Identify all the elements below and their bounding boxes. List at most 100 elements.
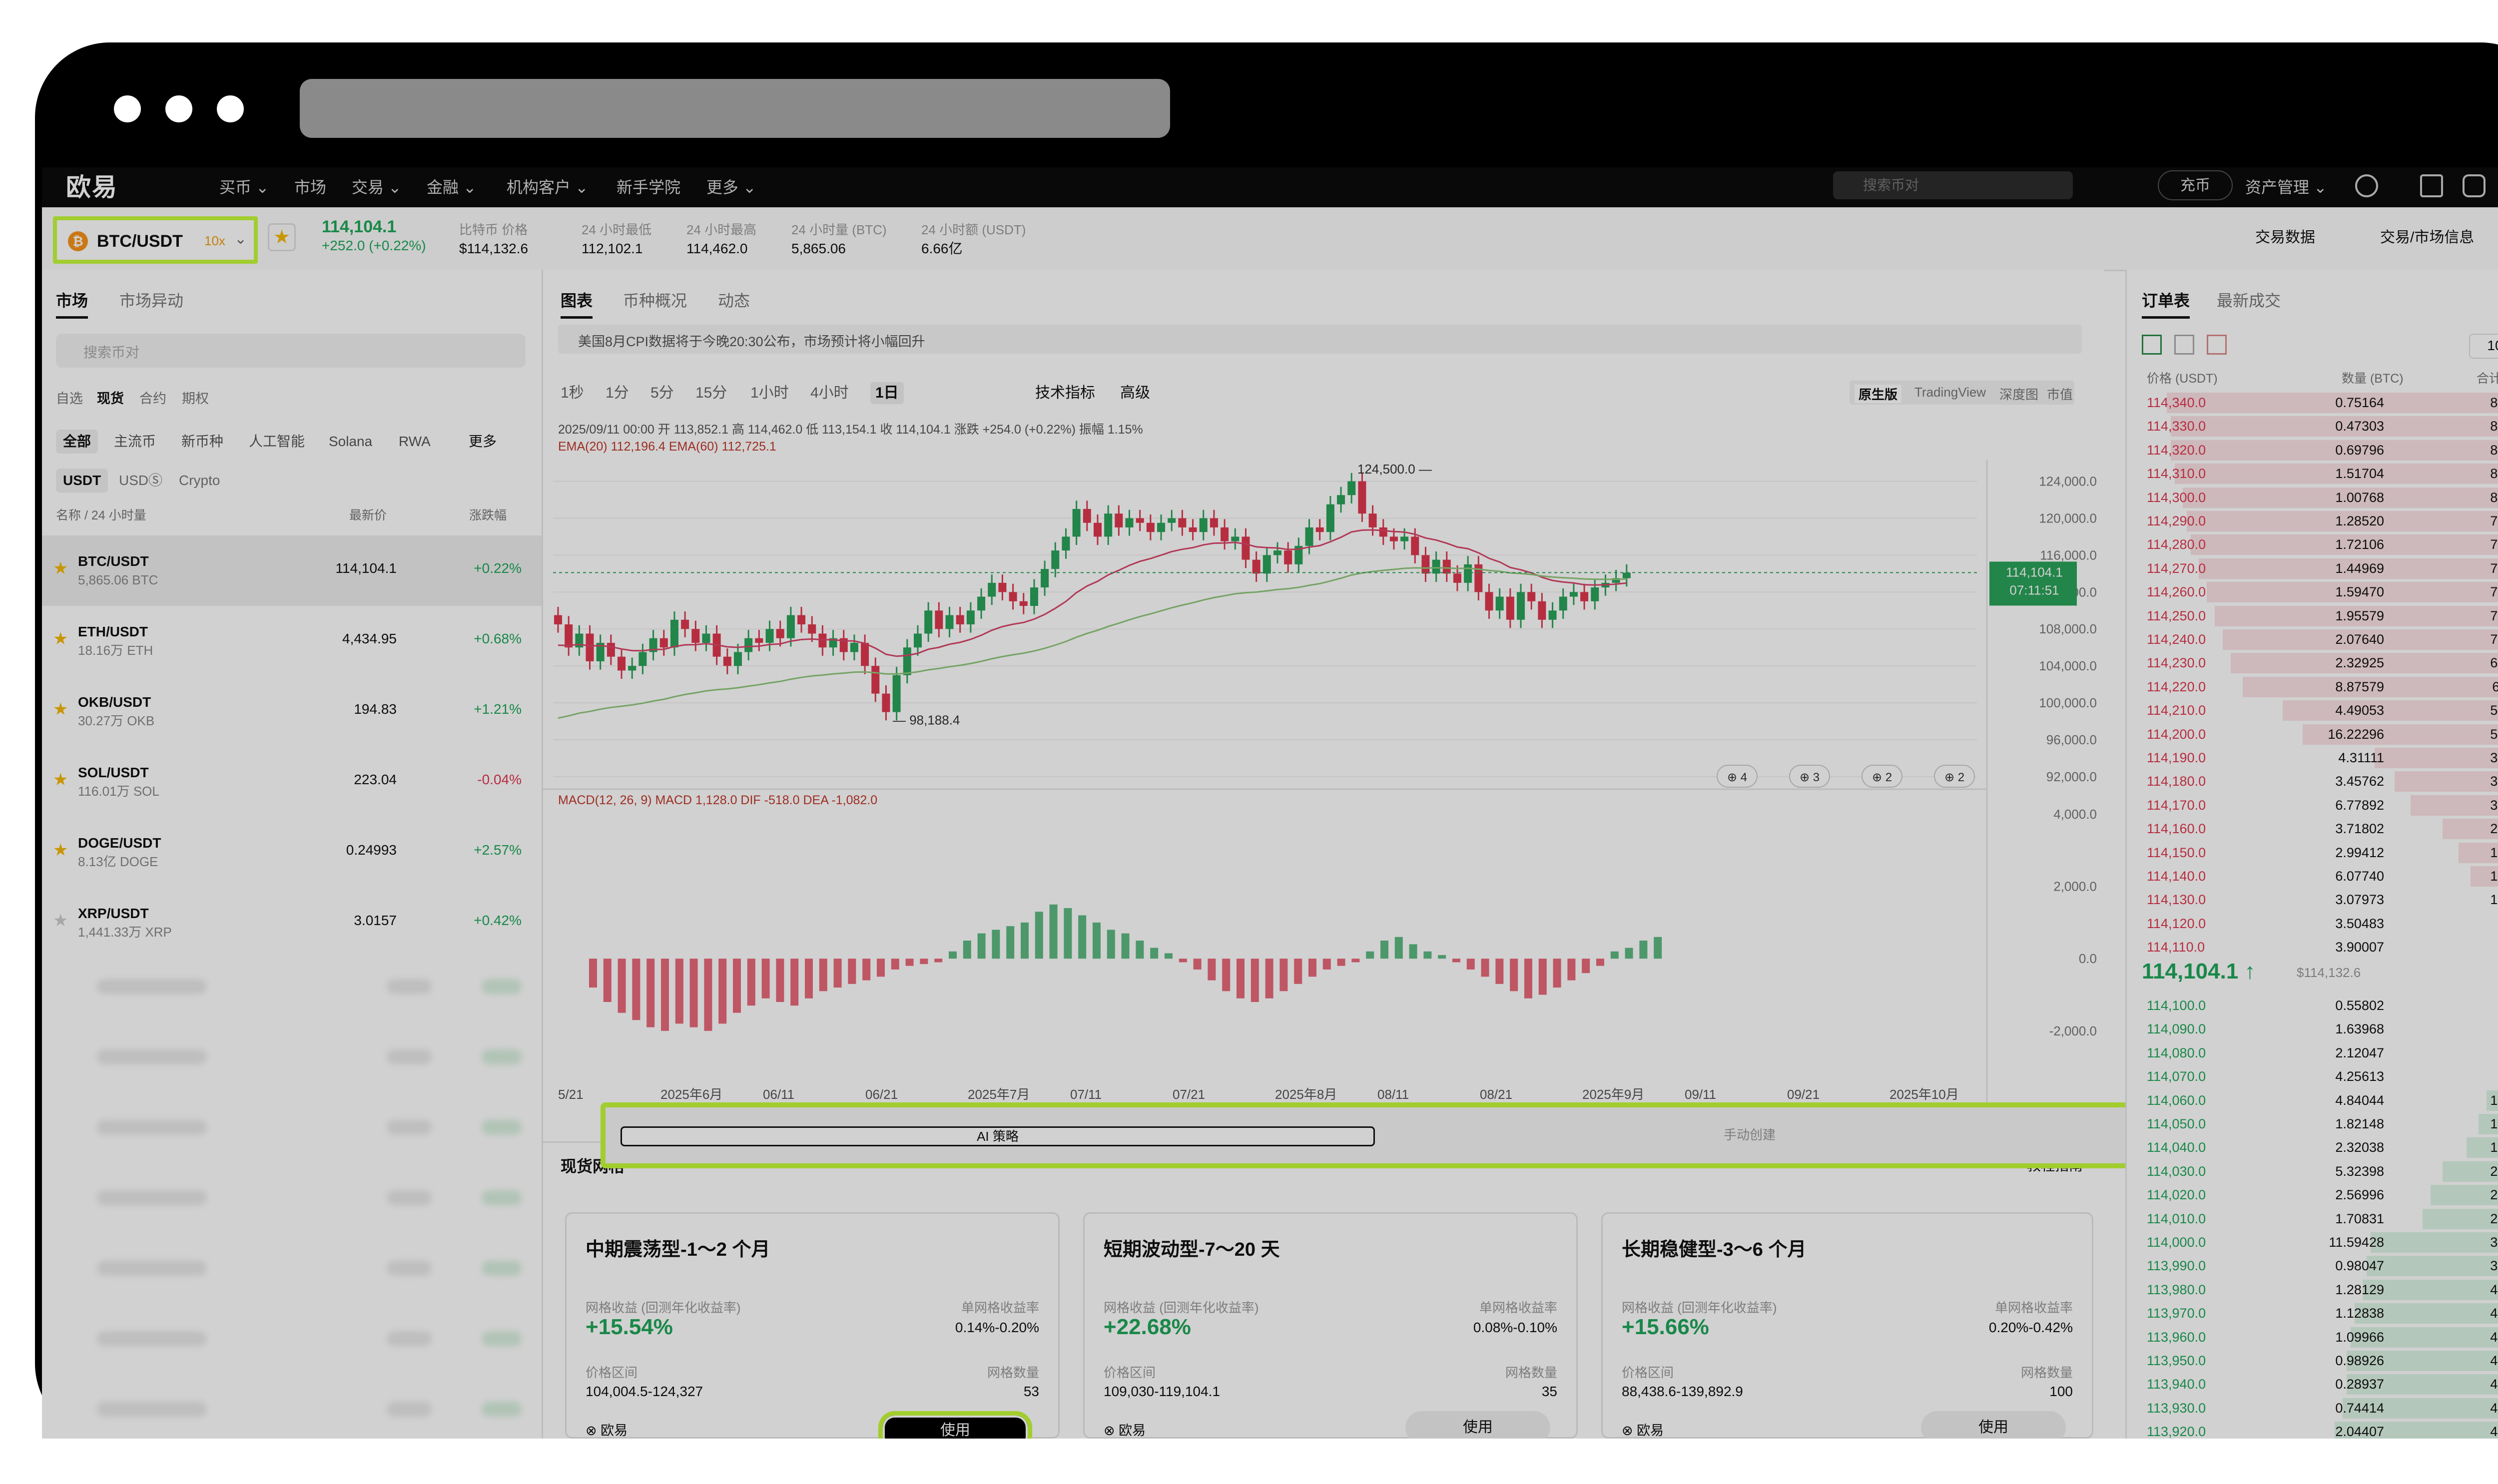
category-ai[interactable]: 人工智能 bbox=[242, 430, 312, 454]
nav-item-institutional[interactable]: 机构客户 ⌄ bbox=[507, 176, 589, 198]
bid-row[interactable]: 114,050.0 1.82148 15.23622 bbox=[2127, 1112, 2498, 1136]
address-bar[interactable] bbox=[300, 79, 1170, 138]
ask-row[interactable]: 114,310.0 1.51704 82.34791 bbox=[2127, 462, 2498, 486]
market-info-link[interactable]: 交易/市场信息 bbox=[2380, 228, 2474, 247]
category-solana[interactable]: Solana bbox=[322, 430, 379, 454]
ask-row[interactable]: 114,280.0 1.72106 78.53799 bbox=[2127, 533, 2498, 556]
nav-item-more[interactable]: 更多 ⌄ bbox=[706, 176, 756, 198]
category-new[interactable]: 新币种 bbox=[174, 430, 230, 454]
depth-select[interactable]: 10 bbox=[2469, 334, 2498, 359]
orderbook-view-asks-icon[interactable] bbox=[2207, 335, 2227, 355]
ask-row[interactable]: 114,230.0 2.32925 69.74035 bbox=[2127, 651, 2498, 675]
quote-usdt[interactable]: USDT bbox=[56, 469, 108, 493]
bid-row[interactable]: 114,100.00.558020.55802 bbox=[2127, 994, 2498, 1017]
recharge-button[interactable]: 充币 bbox=[2158, 170, 2233, 200]
ask-row[interactable]: 114,340.0 0.75164 84.27054 bbox=[2127, 391, 2498, 415]
col-header-change[interactable]: 涨跌幅 bbox=[469, 506, 507, 524]
market-row[interactable]: ★ XRP/USDT 1,441.33万 XRP 3.0157 +0.42% bbox=[42, 888, 542, 958]
okx-logo[interactable]: 欧易 bbox=[66, 171, 118, 203]
ask-row[interactable]: 114,150.0 2.99412 19.55615 bbox=[2127, 841, 2498, 865]
bid-row[interactable]: 114,060.0 4.84044 13.41474 bbox=[2127, 1089, 2498, 1112]
ask-row[interactable]: 114,220.0 8.87579 67.41110 bbox=[2127, 675, 2498, 699]
use-strategy-button[interactable]: 使用 bbox=[878, 1411, 1032, 1439]
ask-row[interactable]: 114,260.0 1.59470 75.36724 bbox=[2127, 580, 2498, 604]
ask-row[interactable]: 114,300.0 1.00768 80.83087 bbox=[2127, 486, 2498, 509]
subtab-spot[interactable]: 现货 bbox=[97, 390, 124, 408]
download-icon[interactable] bbox=[2420, 174, 2443, 197]
ask-row[interactable]: 114,210.0 4.49053 58.53531 bbox=[2127, 699, 2498, 722]
user-icon[interactable] bbox=[2355, 174, 2378, 197]
ask-row[interactable]: 114,330.0 0.47303 83.51890 bbox=[2127, 415, 2498, 438]
bid-row[interactable]: 114,080.02.120474.31817 bbox=[2127, 1041, 2498, 1065]
ask-row[interactable]: 114,110.03.900073.90007 bbox=[2127, 936, 2498, 959]
star-icon[interactable]: ★ bbox=[53, 559, 68, 577]
use-strategy-button[interactable]: 使用 bbox=[1405, 1411, 1550, 1439]
tab-market[interactable]: 市场 bbox=[56, 290, 88, 319]
window-dot-close[interactable] bbox=[114, 95, 141, 122]
subtab-favorites[interactable]: 自选 bbox=[56, 390, 83, 408]
favorite-star-icon[interactable]: ★ bbox=[268, 223, 296, 251]
bid-row[interactable]: 114,070.04.256138.57430 bbox=[2127, 1065, 2498, 1088]
star-icon[interactable]: ★ bbox=[53, 841, 68, 859]
bid-row[interactable]: 114,020.0 2.56996 25.45054 bbox=[2127, 1183, 2498, 1207]
nav-item-trade[interactable]: 交易 ⌄ bbox=[352, 176, 402, 198]
bid-row[interactable]: 113,930.0 0.74414 45.26570 bbox=[2127, 1397, 2498, 1420]
assets-menu[interactable]: 资产管理 ⌄ bbox=[2245, 176, 2327, 198]
tab-orderbook[interactable]: 订单表 bbox=[2142, 290, 2190, 319]
category-rwa[interactable]: RWA bbox=[392, 430, 438, 454]
ask-row[interactable]: 114,200.0 16.22296 54.04478 bbox=[2127, 723, 2498, 746]
market-row[interactable]: ★ ETH/USDT 18.16万 ETH 4,434.95 +0.68% bbox=[42, 606, 542, 676]
ask-row[interactable]: 114,250.0 1.95579 73.77254 bbox=[2127, 604, 2498, 628]
ask-row[interactable]: 114,190.0 4.31111 37.82182 bbox=[2127, 746, 2498, 770]
category-mainstream[interactable]: 主流币 bbox=[107, 430, 163, 454]
market-row[interactable]: ★ OKB/USDT 30.27万 OKB 194.83 +1.21% bbox=[42, 676, 542, 747]
bid-row[interactable]: 114,040.0 2.32038 17.55660 bbox=[2127, 1136, 2498, 1159]
category-all[interactable]: 全部 bbox=[56, 430, 98, 454]
star-icon[interactable]: ★ bbox=[53, 700, 68, 718]
ask-row[interactable]: 114,290.0 1.28520 79.82319 bbox=[2127, 509, 2498, 533]
subtab-options[interactable]: 期权 bbox=[182, 390, 209, 408]
use-strategy-button[interactable]: 使用 bbox=[1921, 1411, 2066, 1439]
window-dot-minimize[interactable] bbox=[165, 95, 192, 122]
quote-usds[interactable]: USDⓈ bbox=[112, 469, 169, 493]
strategy-card[interactable]: 长期稳健型-3～6 个月 网格收益 (回测年化收益率) 单网格收益率 +15.6… bbox=[1601, 1212, 2093, 1439]
bid-row[interactable]: 113,950.0 0.98926 44.23219 bbox=[2127, 1349, 2498, 1373]
subtab-futures[interactable]: 合约 bbox=[139, 390, 166, 408]
trade-data-link[interactable]: 交易数据 bbox=[2255, 228, 2315, 247]
tab-ai-strategy[interactable]: AI 策略 bbox=[621, 1126, 1375, 1146]
bell-icon[interactable] bbox=[2463, 174, 2486, 197]
ask-row[interactable]: 114,240.0 2.07640 71.81675 bbox=[2127, 628, 2498, 651]
strategy-card[interactable]: 中期震荡型-1～2 个月 网格收益 (回测年化收益率) 单网格收益率 +15.5… bbox=[565, 1212, 1060, 1439]
bid-row[interactable]: 113,960.0 1.09966 43.24293 bbox=[2127, 1326, 2498, 1349]
strategy-card[interactable]: 短期波动型-7～20 天 网格收益 (回测年化收益率) 单网格收益率 +22.6… bbox=[1083, 1212, 1578, 1439]
bid-row[interactable]: 113,980.0 1.28129 41.01489 bbox=[2127, 1278, 2498, 1302]
nav-item-academy[interactable]: 新手学院 bbox=[617, 176, 680, 198]
orderbook-view-both-icon[interactable] bbox=[2142, 335, 2162, 355]
ask-row[interactable]: 114,170.0 6.77892 30.05309 bbox=[2127, 794, 2498, 817]
quote-crypto[interactable]: Crypto bbox=[172, 469, 227, 493]
nav-item-buy[interactable]: 买币 ⌄ bbox=[219, 176, 269, 198]
orderbook-view-bids-icon[interactable] bbox=[2174, 335, 2194, 355]
ask-row[interactable]: 114,270.0 1.44969 76.81693 bbox=[2127, 557, 2498, 580]
bid-row[interactable]: 114,030.0 5.32398 22.88058 bbox=[2127, 1160, 2498, 1183]
window-dot-maximize[interactable] bbox=[217, 95, 244, 122]
pair-selector[interactable]: ₿ BTC/USDT 10x ⌄ bbox=[53, 216, 258, 264]
bid-row[interactable]: 113,920.0 2.04407 47.30977 bbox=[2127, 1420, 2498, 1439]
bid-row[interactable]: 114,010.0 1.70831 27.15885 bbox=[2127, 1207, 2498, 1231]
price-chart[interactable]: 124,000.0120,000.0116,000.0112,000.0108,… bbox=[543, 270, 2104, 1129]
bid-row[interactable]: 113,990.0 0.98047 39.73360 bbox=[2127, 1254, 2498, 1278]
col-header-name[interactable]: 名称 / 24 小时量 bbox=[56, 506, 146, 524]
tab-latest-trades[interactable]: 最新成交 bbox=[2217, 290, 2281, 312]
col-header-price[interactable]: 最新价 bbox=[349, 506, 387, 524]
star-icon[interactable]: ★ bbox=[53, 630, 68, 648]
ask-row[interactable]: 114,320.0 0.69796 83.04587 bbox=[2127, 439, 2498, 462]
star-icon[interactable]: ★ bbox=[53, 912, 68, 930]
tab-market-movers[interactable]: 市场异动 bbox=[119, 290, 183, 312]
star-icon[interactable]: ★ bbox=[53, 771, 68, 789]
bid-row[interactable]: 114,000.0 11.59428 38.75313 bbox=[2127, 1231, 2498, 1254]
ask-row[interactable]: 114,160.0 3.71802 23.27417 bbox=[2127, 817, 2498, 841]
market-row[interactable]: ★ DOGE/USDT 8.13亿 DOGE 0.24993 +2.57% bbox=[42, 817, 542, 888]
market-row[interactable]: ★ SOL/USDT 116.01万 SOL 223.04 -0.04% bbox=[42, 747, 542, 817]
nav-search-input[interactable]: 搜索币对 bbox=[1833, 171, 2073, 199]
ask-row[interactable]: 114,120.03.504837.40490 bbox=[2127, 912, 2498, 936]
